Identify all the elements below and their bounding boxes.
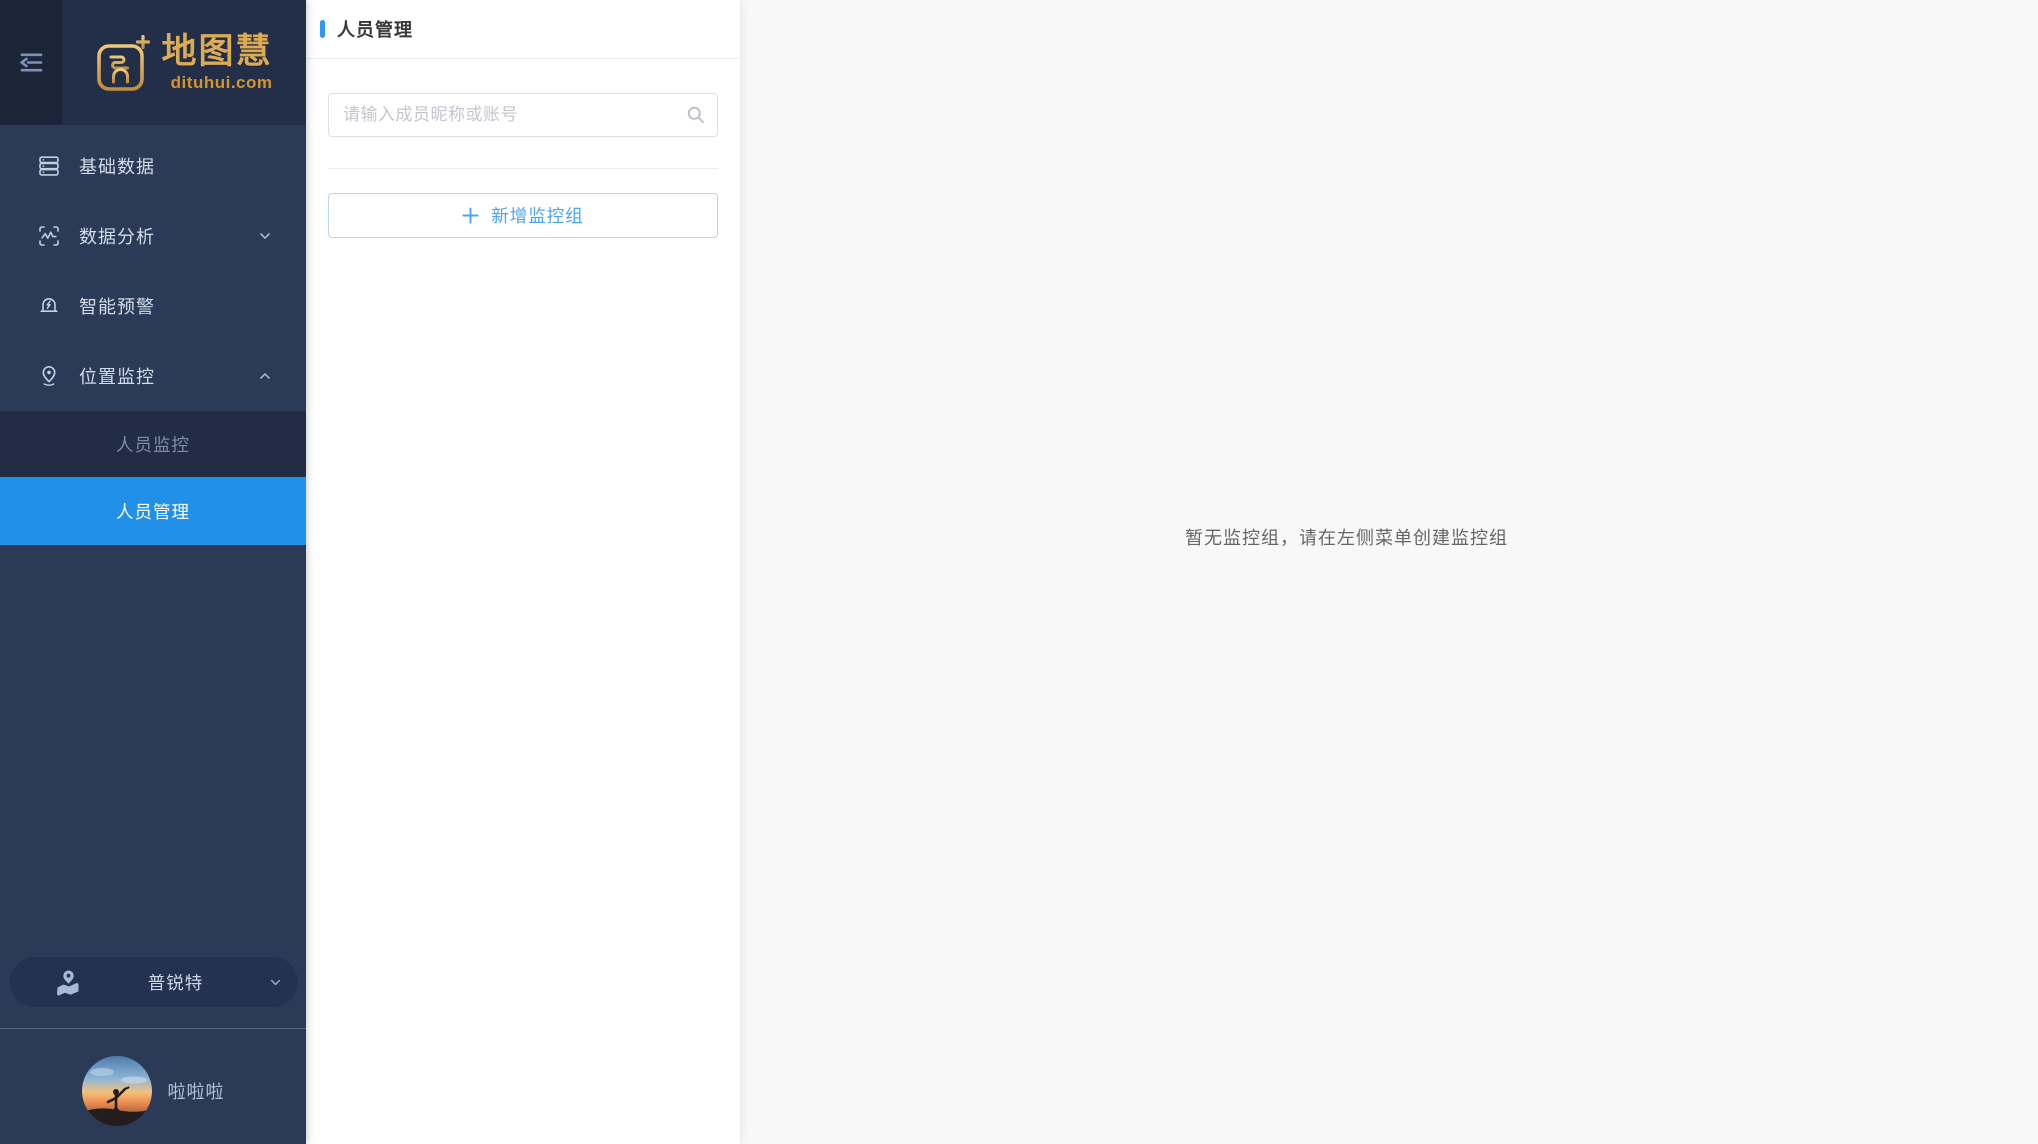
analytics-icon bbox=[37, 224, 61, 248]
sidebar-bottom-divider bbox=[0, 1028, 306, 1029]
plus-icon bbox=[462, 207, 479, 224]
title-accent-bar bbox=[320, 20, 325, 38]
location-monitor-submenu: 人员监控 人员管理 bbox=[0, 411, 306, 545]
brand-text: 地图慧 dituhui.com bbox=[161, 34, 272, 91]
main-content: 暂无监控组，请在左侧菜单创建监控组 bbox=[740, 0, 2038, 1144]
personnel-manage-panel: 人员管理 新增监控组 bbox=[306, 0, 740, 1144]
brand-domain: dituhui.com bbox=[171, 74, 273, 91]
sidebar-menu: 基础数据 数据分析 bbox=[0, 125, 306, 545]
chevron-down-icon bbox=[269, 976, 282, 989]
sidebar-header: 地图慧 dituhui.com bbox=[0, 0, 306, 125]
add-monitor-group-button[interactable]: 新增监控组 bbox=[328, 193, 718, 238]
menu-fold-icon[interactable] bbox=[18, 51, 45, 74]
panel-body: 新增监控组 bbox=[306, 93, 740, 238]
sidebar-item-basic-data[interactable]: 基础数据 bbox=[0, 131, 306, 201]
search-icon[interactable] bbox=[686, 105, 706, 125]
sidebar-item-label: 位置监控 bbox=[79, 363, 258, 389]
brand-name: 地图慧 bbox=[161, 34, 272, 69]
sidebar-item-label: 智能预警 bbox=[79, 293, 272, 319]
sidebar-item-label: 基础数据 bbox=[79, 153, 272, 179]
sidebar-item-personnel-monitor[interactable]: 人员监控 bbox=[0, 411, 306, 477]
sidebar-bottom: 普锐特 bbox=[0, 957, 306, 1144]
empty-state-message: 暂无监控组，请在左侧菜单创建监控组 bbox=[740, 524, 1953, 550]
panel-header: 人员管理 bbox=[306, 0, 740, 59]
org-name: 普锐特 bbox=[82, 970, 269, 995]
avatar bbox=[82, 1056, 152, 1126]
member-search bbox=[328, 93, 718, 137]
sidebar-item-smart-alert[interactable]: 智能预警 bbox=[0, 271, 306, 341]
sidebar-item-label: 数据分析 bbox=[79, 223, 258, 249]
page-title: 人员管理 bbox=[337, 16, 413, 42]
map-pin-group-icon bbox=[54, 969, 82, 996]
org-switcher[interactable]: 普锐特 bbox=[10, 957, 298, 1007]
sidebar-item-label: 人员管理 bbox=[116, 499, 190, 524]
location-pin-icon bbox=[37, 364, 61, 388]
user-profile[interactable]: 啦啦啦 bbox=[0, 1056, 306, 1126]
chevron-up-icon bbox=[258, 369, 272, 383]
brand-logo-mark-icon bbox=[95, 33, 151, 93]
add-monitor-group-label: 新增监控组 bbox=[491, 203, 584, 228]
brand-logo[interactable]: 地图慧 dituhui.com bbox=[62, 0, 306, 125]
alert-icon bbox=[37, 294, 61, 318]
member-search-input[interactable] bbox=[328, 93, 718, 137]
sidebar-item-personnel-manage[interactable]: 人员管理 bbox=[0, 477, 306, 545]
sidebar: 地图慧 dituhui.com 基础数据 bbox=[0, 0, 306, 1144]
collapse-rail bbox=[0, 0, 62, 125]
user-name: 啦啦啦 bbox=[168, 1078, 225, 1104]
database-icon bbox=[37, 154, 61, 178]
sidebar-item-location-monitor[interactable]: 位置监控 bbox=[0, 341, 306, 411]
panel-divider bbox=[328, 168, 718, 169]
sidebar-item-data-analysis[interactable]: 数据分析 bbox=[0, 201, 306, 271]
chevron-down-icon bbox=[258, 229, 272, 243]
sidebar-item-label: 人员监控 bbox=[116, 432, 190, 457]
